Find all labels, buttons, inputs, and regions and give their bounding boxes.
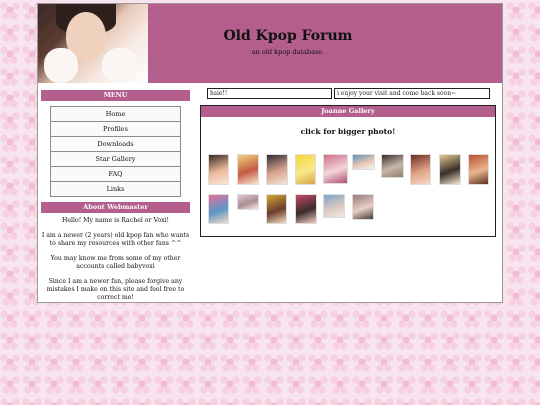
site-subtitle: an old kpop database. bbox=[251, 48, 325, 56]
gallery-thumbnail[interactable] bbox=[323, 194, 345, 218]
gallery-thumbnail[interactable] bbox=[468, 154, 489, 185]
gallery-note: click for bigger photo! bbox=[300, 127, 396, 136]
greeting-field[interactable]: hsie!! bbox=[207, 88, 332, 99]
gallery-thumbnail[interactable] bbox=[295, 154, 316, 185]
about-heading: About Webmaster bbox=[41, 202, 190, 213]
gallery-thumbnail[interactable] bbox=[295, 194, 317, 224]
about-paragraph: Since I am a newer fan, please forgive a… bbox=[46, 278, 185, 301]
header-banner: Old Kpop Forum an old kpop database. bbox=[38, 4, 502, 83]
nav-faq[interactable]: FAQ bbox=[51, 167, 180, 182]
gallery-thumbnail[interactable] bbox=[237, 154, 259, 185]
gallery-thumbnail[interactable] bbox=[208, 154, 229, 185]
gallery-thumbnail[interactable] bbox=[381, 154, 404, 178]
gallery-thumbnail[interactable] bbox=[352, 154, 375, 170]
about-paragraph: You may know me from some of my other ac… bbox=[50, 255, 181, 270]
gallery-thumbnail[interactable] bbox=[208, 194, 229, 224]
nav-star-gallery[interactable]: Star Gallery bbox=[51, 152, 180, 167]
gallery-thumbnail[interactable] bbox=[266, 194, 287, 224]
marquee-field[interactable]: i enjoy your visit and come back soon~ bbox=[334, 88, 490, 99]
gallery-thumbnail[interactable] bbox=[266, 154, 288, 185]
gallery-thumbnail[interactable] bbox=[410, 154, 431, 185]
nav-menu: Home Profiles Downloads Star Gallery FAQ… bbox=[50, 106, 181, 197]
nav-home[interactable]: Home bbox=[51, 107, 180, 122]
about-paragraph: Hello! My name is Rachel or Voxi! bbox=[61, 217, 170, 224]
gallery-thumbnail[interactable] bbox=[237, 194, 259, 210]
gallery-thumbnail[interactable] bbox=[323, 154, 348, 184]
gallery-thumbnail[interactable] bbox=[439, 154, 461, 185]
menu-heading: MENU bbox=[41, 90, 190, 101]
nav-profiles[interactable]: Profiles bbox=[51, 122, 180, 137]
nav-downloads[interactable]: Downloads bbox=[51, 137, 180, 152]
about-paragraph: I am a newer (2 years) old kpop fan who … bbox=[41, 232, 190, 247]
about-text: Hello! My name is Rachel or Voxi! I am a… bbox=[41, 217, 190, 309]
gallery-panel: Joanne Gallery click for bigger photo! bbox=[200, 105, 496, 237]
page-container: Old Kpop Forum an old kpop database. MEN… bbox=[37, 3, 503, 303]
header-photo bbox=[38, 4, 148, 83]
site-title: Old Kpop Forum bbox=[223, 28, 353, 44]
gallery-heading: Joanne Gallery bbox=[201, 106, 495, 117]
gallery-thumbnail[interactable] bbox=[352, 194, 374, 220]
nav-links[interactable]: Links bbox=[51, 182, 180, 196]
